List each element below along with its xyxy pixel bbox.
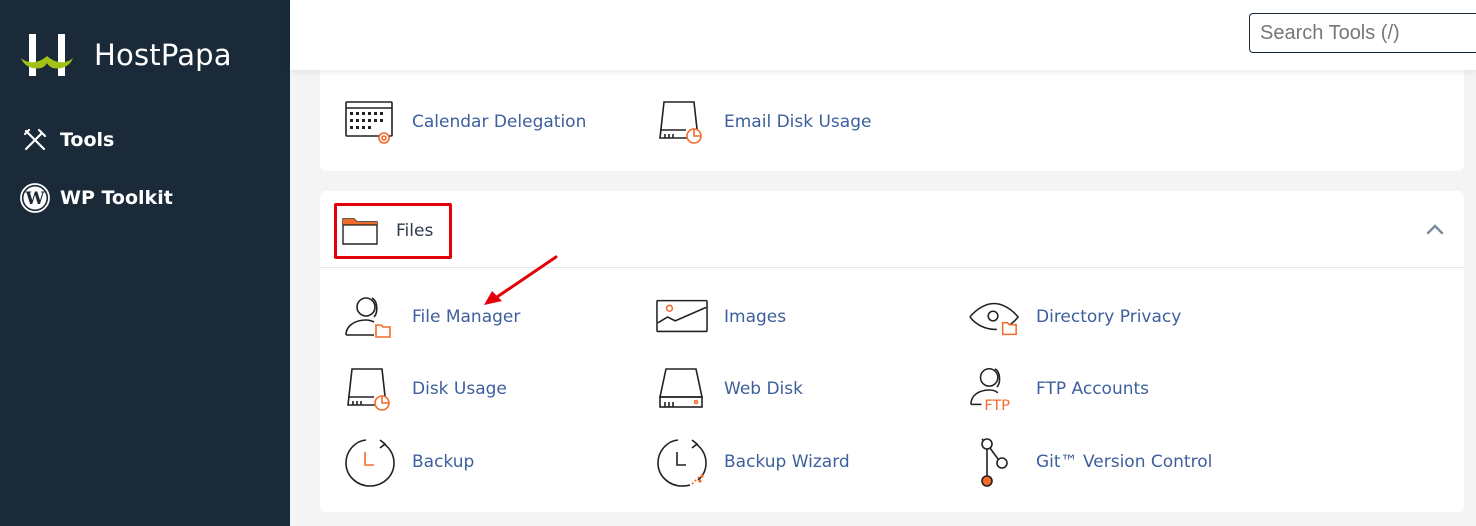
tools-icon	[20, 125, 50, 155]
user-folder-icon	[344, 291, 396, 343]
disk-usage-icon	[656, 96, 708, 148]
tool-calendar-delegation[interactable]: Calendar Delegation	[344, 96, 586, 148]
hostpapa-logo-icon	[21, 34, 73, 76]
tool-label: Web Disk	[724, 379, 803, 399]
tool-label: Images	[724, 307, 787, 327]
hard-drive-icon	[656, 363, 708, 415]
tool-label: FTP Accounts	[1036, 379, 1150, 399]
tool-directory-privacy[interactable]: Directory Privacy	[968, 291, 1181, 343]
wordpress-icon: W	[20, 183, 50, 213]
svg-text:W: W	[24, 189, 45, 209]
folder-icon	[342, 218, 378, 245]
sidebar-item-tools[interactable]: Tools	[20, 125, 114, 155]
brand-logo[interactable]: HostPapa	[20, 34, 232, 76]
sidebar-item-label: WP Toolkit	[60, 187, 173, 209]
sidebar-item-label: Tools	[60, 129, 115, 151]
disk-usage-icon	[344, 363, 396, 415]
tool-backup[interactable]: Backup	[344, 436, 474, 488]
tool-web-disk[interactable]: Web Disk	[656, 363, 803, 415]
tool-label: Disk Usage	[412, 379, 507, 399]
tool-disk-usage[interactable]: Disk Usage	[344, 363, 507, 415]
tool-label: Email Disk Usage	[724, 112, 872, 132]
git-branch-icon	[968, 436, 1020, 488]
sidebar: HostPapa Tools W WP Toolkit	[0, 0, 290, 526]
files-section-panel: Files File Manager Images Directory Priv…	[320, 191, 1464, 512]
tool-file-manager[interactable]: File Manager	[344, 291, 520, 343]
files-section-title: Files	[396, 221, 434, 241]
tool-label: File Manager	[412, 307, 521, 327]
files-header-highlight: Files	[334, 203, 452, 259]
top-bar	[290, 0, 1476, 70]
ftp-user-icon: FTP	[968, 363, 1020, 415]
tool-git-version-control[interactable]: Git™ Version Control	[968, 436, 1212, 488]
backup-wizard-icon	[656, 436, 708, 488]
brand-name: HostPapa	[94, 38, 232, 72]
tool-label: Git™ Version Control	[1036, 452, 1213, 472]
tool-ftp-accounts[interactable]: FTP FTP Accounts	[968, 363, 1149, 415]
image-icon	[656, 291, 708, 343]
tool-backup-wizard[interactable]: Backup Wizard	[656, 436, 850, 488]
tool-label: Directory Privacy	[1036, 307, 1182, 327]
search-tools-input[interactable]	[1249, 13, 1476, 53]
calendar-gear-icon	[344, 96, 396, 148]
tool-images[interactable]: Images	[656, 291, 786, 343]
tool-label: Calendar Delegation	[412, 112, 587, 132]
svg-text:FTP: FTP	[984, 398, 1010, 413]
tool-label: Backup Wizard	[724, 452, 850, 472]
backup-clock-icon	[344, 436, 396, 488]
tool-email-disk-usage[interactable]: Email Disk Usage	[656, 96, 871, 148]
eye-folder-icon	[968, 291, 1020, 343]
tool-label: Backup	[412, 452, 475, 472]
files-section-header[interactable]: Files	[320, 191, 1464, 268]
chevron-up-icon[interactable]	[1424, 219, 1446, 241]
sidebar-item-wp-toolkit[interactable]: W WP Toolkit	[20, 183, 173, 213]
